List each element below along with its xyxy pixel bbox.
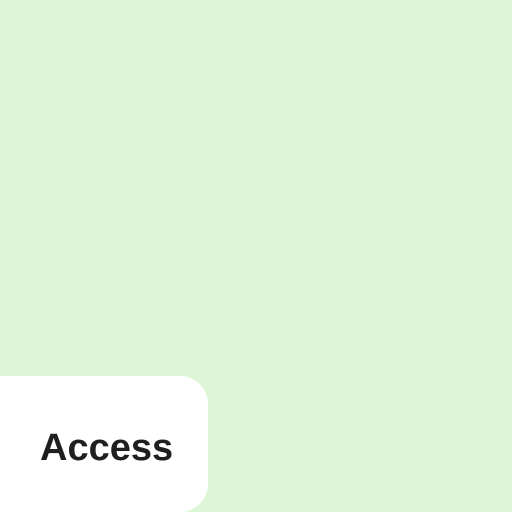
page-background: Access [0, 0, 512, 512]
access-label: Access [40, 427, 174, 469]
